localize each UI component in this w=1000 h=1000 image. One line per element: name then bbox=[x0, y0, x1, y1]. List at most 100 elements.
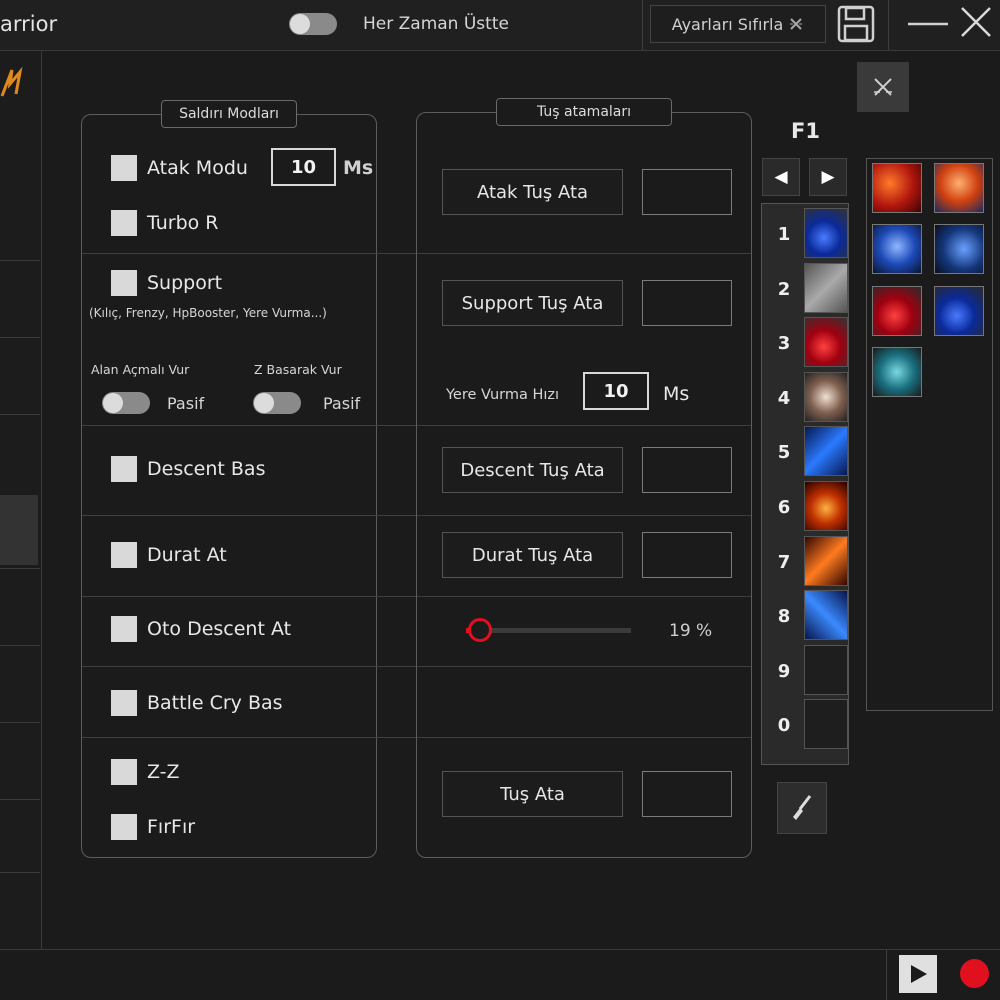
alan-acmali-vur-state: Pasif bbox=[167, 394, 205, 413]
sidebar-divider bbox=[0, 645, 40, 646]
close-icon[interactable] bbox=[958, 4, 994, 40]
floppy-save-icon[interactable] bbox=[836, 4, 876, 44]
slot-number: 2 bbox=[777, 278, 791, 300]
oto-descent-at-checkbox[interactable] bbox=[111, 616, 137, 642]
blue-potion-skill-icon[interactable] bbox=[934, 286, 984, 336]
toggle-knob bbox=[290, 14, 310, 34]
crossed-swords-small-icon bbox=[874, 78, 892, 96]
descent-key-field[interactable] bbox=[642, 447, 732, 493]
atak-ms-input[interactable]: 10 bbox=[271, 148, 336, 186]
brush-button[interactable] bbox=[777, 782, 827, 834]
firfir-checkbox[interactable] bbox=[111, 814, 137, 840]
orange-slash-icon[interactable] bbox=[804, 535, 848, 586]
sidebar-item-active[interactable] bbox=[0, 495, 38, 565]
red-potion-icon[interactable] bbox=[804, 317, 848, 368]
toggle-knob bbox=[103, 393, 123, 413]
descent-bas-checkbox[interactable] bbox=[111, 456, 137, 482]
minimize-icon[interactable] bbox=[906, 8, 950, 38]
record-icon[interactable] bbox=[960, 959, 989, 988]
turbo-r-checkbox[interactable] bbox=[111, 210, 137, 236]
skillbar-slots: 1 2 3 4 5 6 7 8 9 0 bbox=[762, 208, 850, 760]
sidebar-divider bbox=[0, 337, 40, 338]
blue-shield-skill-icon[interactable] bbox=[934, 224, 984, 274]
durat-key-field[interactable] bbox=[642, 532, 732, 578]
bottom-divider bbox=[0, 949, 1000, 950]
bottom-separator bbox=[886, 950, 887, 1000]
always-on-top-label: Her Zaman Üstte bbox=[363, 14, 509, 34]
z-basarak-vur-label: Z Basarak Vur bbox=[254, 362, 342, 377]
support-tus-ata-button[interactable]: Support Tuş Ata bbox=[442, 280, 623, 326]
z-z-label: Z-Z bbox=[147, 761, 180, 783]
attack-modes-legend: Saldırı Modları bbox=[161, 100, 297, 128]
empty-slot[interactable] bbox=[804, 699, 848, 750]
z-basarak-vur-toggle[interactable] bbox=[253, 392, 301, 414]
atak-key-field[interactable] bbox=[642, 169, 732, 215]
atak-ms-unit: Ms bbox=[343, 157, 374, 179]
alan-acmali-vur-toggle[interactable] bbox=[102, 392, 150, 414]
z-z-checkbox[interactable] bbox=[111, 759, 137, 785]
close-skills-button[interactable] bbox=[857, 62, 909, 112]
fire-bell-icon[interactable] bbox=[804, 481, 848, 531]
slot-number: 1 bbox=[777, 224, 791, 245]
battle-cry-bas-label: Battle Cry Bas bbox=[147, 692, 283, 714]
blue-claw-icon[interactable] bbox=[804, 590, 848, 641]
atak-tus-ata-button[interactable]: Atak Tuş Ata bbox=[442, 169, 623, 215]
durat-tus-ata-button[interactable]: Durat Tuş Ata bbox=[442, 532, 623, 578]
descent-tus-ata-button[interactable]: Descent Tuş Ata bbox=[442, 447, 623, 493]
toggle-knob bbox=[254, 393, 274, 413]
support-label: Support bbox=[147, 272, 223, 294]
slot-number: 0 bbox=[777, 715, 791, 737]
descent-bas-label: Descent Bas bbox=[147, 458, 266, 480]
right-arrow-icon[interactable]: ▶ bbox=[809, 158, 847, 196]
support-key-field[interactable] bbox=[642, 280, 732, 326]
red-slash-skill-icon[interactable] bbox=[872, 163, 922, 213]
app-title: arrior bbox=[0, 12, 58, 36]
tiger-icon[interactable] bbox=[804, 371, 848, 422]
atak-modu-label: Atak Modu bbox=[147, 157, 248, 179]
reset-settings-label: Ayarları Sıfırla bbox=[671, 14, 784, 34]
window-controls-divider bbox=[888, 0, 889, 50]
support-note: (Kılıç, Frenzy, HpBooster, Yere Vurma...… bbox=[89, 306, 327, 320]
durat-at-label: Durat At bbox=[147, 544, 227, 566]
blue-body-skill-icon[interactable] bbox=[872, 224, 922, 274]
alan-acmali-vur-label: Alan Açmalı Vur bbox=[91, 362, 190, 377]
battle-cry-bas-checkbox[interactable] bbox=[111, 690, 137, 716]
oto-descent-at-label: Oto Descent At bbox=[147, 618, 292, 640]
skillbar-page-label: F1 bbox=[791, 119, 820, 143]
tus-ata-key-field[interactable] bbox=[642, 771, 732, 817]
yere-vurma-ms-input[interactable]: 10 bbox=[583, 372, 649, 410]
sidebar-divider bbox=[0, 260, 40, 261]
yere-vurma-hizi-label: Yere Vurma Hızı bbox=[446, 387, 560, 403]
slider-thumb[interactable] bbox=[468, 618, 492, 642]
logo-mark bbox=[0, 66, 23, 97]
z-basarak-vur-state: Pasif bbox=[323, 394, 361, 413]
teal-jar-skill-icon[interactable] bbox=[872, 347, 922, 397]
slot-number: 3 bbox=[777, 333, 791, 355]
yere-vurma-ms-unit: Ms bbox=[663, 383, 690, 405]
tus-ata-button[interactable]: Tuş Ata bbox=[442, 771, 623, 817]
slot-number: 7 bbox=[777, 551, 791, 573]
blue-potion-icon[interactable] bbox=[804, 208, 848, 258]
slot-number: 6 bbox=[777, 497, 791, 518]
fire-warrior-skill-icon[interactable] bbox=[934, 163, 984, 213]
brush-icon bbox=[793, 795, 812, 820]
red-potion-skill-icon[interactable] bbox=[872, 286, 922, 336]
reset-settings-button[interactable]: Ayarları Sıfırla bbox=[650, 5, 826, 43]
atak-modu-checkbox[interactable] bbox=[111, 155, 137, 181]
left-arrow-icon[interactable]: ◀ bbox=[762, 158, 800, 196]
cross-icon bbox=[790, 18, 803, 30]
crossed-swords-icon[interactable] bbox=[804, 262, 848, 313]
slot-number: 4 bbox=[777, 387, 791, 409]
key-bindings-legend: Tuş atamaları bbox=[496, 98, 672, 126]
empty-slot[interactable] bbox=[804, 644, 848, 695]
slot-number: 5 bbox=[777, 442, 791, 464]
always-on-top-toggle[interactable] bbox=[289, 13, 337, 35]
durat-at-checkbox[interactable] bbox=[111, 542, 137, 568]
sidebar-divider bbox=[0, 799, 40, 800]
title-divider bbox=[642, 0, 643, 50]
slot-number: 8 bbox=[777, 606, 791, 628]
play-button[interactable] bbox=[899, 955, 937, 993]
support-checkbox[interactable] bbox=[111, 270, 137, 296]
blue-slash-icon[interactable] bbox=[804, 426, 848, 477]
sidebar-divider bbox=[0, 414, 40, 415]
